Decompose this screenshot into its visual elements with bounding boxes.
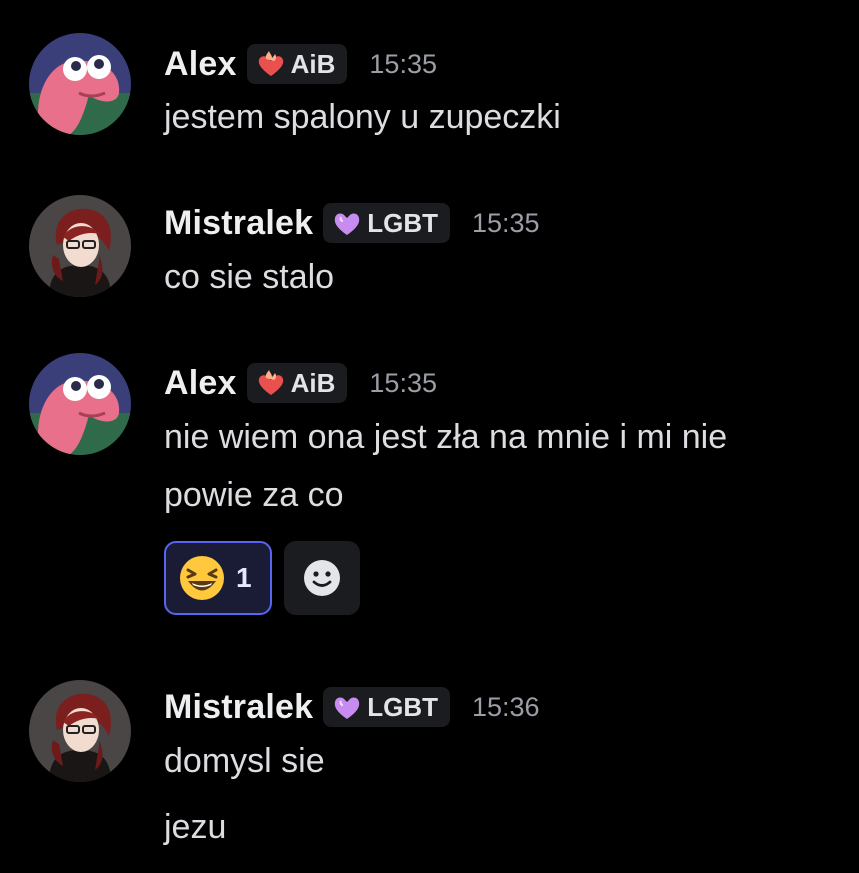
author-name[interactable]: Alex xyxy=(164,45,237,84)
guild-tag[interactable]: LGBT xyxy=(323,203,450,243)
author-name[interactable]: Mistralek xyxy=(164,688,313,727)
message-header: Mistralek LGBT 15:36 xyxy=(164,677,540,737)
laughing-face-icon xyxy=(180,556,224,600)
fire-heart-icon xyxy=(258,51,283,76)
purple-heart-icon xyxy=(335,213,360,235)
fire-heart-icon xyxy=(258,370,283,395)
author-name[interactable]: Mistralek xyxy=(164,204,313,243)
message-header: Mistralek LGBT 15:35 xyxy=(164,193,540,253)
reaction-laughing[interactable]: 1 xyxy=(164,541,272,615)
message-text: powie za co xyxy=(164,476,344,514)
message-text: jezu xyxy=(164,808,227,846)
avatar-alex[interactable] xyxy=(29,353,131,455)
avatar-alex[interactable] xyxy=(29,33,131,135)
message-text: co sie stalo xyxy=(164,258,335,296)
reaction-count: 1 xyxy=(236,562,252,593)
message-text: jestem spalony u zupeczki xyxy=(164,98,561,136)
message-text: domysl sie xyxy=(164,742,325,780)
avatar-mistralek[interactable] xyxy=(29,195,131,297)
guild-tag-label: AiB xyxy=(290,367,336,398)
guild-tag[interactable]: AiB xyxy=(246,44,348,84)
guild-tag[interactable]: LGBT xyxy=(323,687,450,727)
guild-tag-label: LGBT xyxy=(367,207,438,238)
guild-tag-label: LGBT xyxy=(367,691,438,722)
smiley-add-reaction-icon xyxy=(304,560,340,596)
timestamp: 15:36 xyxy=(471,691,540,722)
purple-heart-icon xyxy=(335,697,360,719)
avatar-mistralek[interactable] xyxy=(29,680,131,782)
message-header: Alex AiB 15:35 xyxy=(164,353,437,413)
timestamp: 15:35 xyxy=(369,367,437,398)
message-header: Alex AiB 15:35 xyxy=(164,34,437,94)
author-name[interactable]: Alex xyxy=(164,364,237,403)
add-reaction-button[interactable] xyxy=(284,541,360,615)
timestamp: 15:35 xyxy=(471,207,540,238)
message-text: nie wiem ona jest zła na mnie i mi nie xyxy=(164,418,728,456)
timestamp: 15:35 xyxy=(369,48,437,79)
guild-tag-label: AiB xyxy=(290,48,336,79)
guild-tag[interactable]: AiB xyxy=(246,363,348,403)
